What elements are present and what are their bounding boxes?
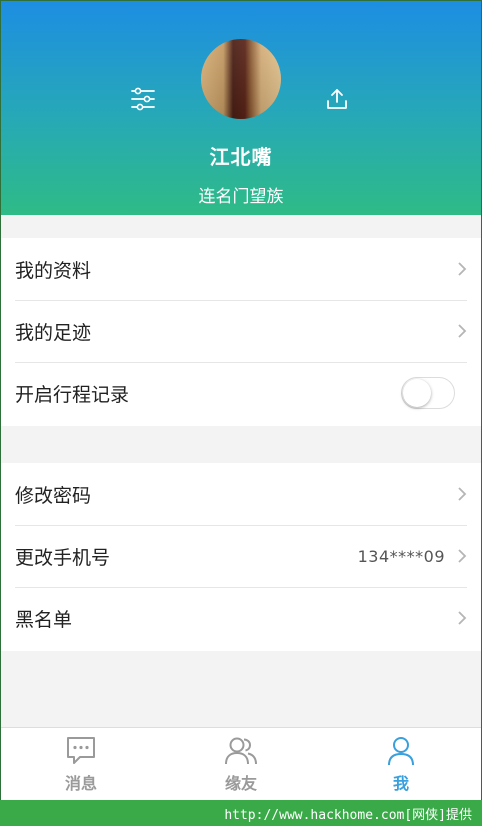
- trip-record-toggle[interactable]: [401, 377, 455, 409]
- tab-friends[interactable]: 缘友: [161, 728, 321, 800]
- blacklist-row[interactable]: 黑名单: [1, 587, 481, 649]
- row-label: 更改手机号: [15, 546, 111, 569]
- sliders-icon[interactable]: [129, 85, 157, 113]
- tab-label: 缘友: [224, 774, 257, 793]
- settings-group-account: 我的资料 我的足迹 开启行程记录: [1, 238, 481, 426]
- app-screen: 江北嘴 连名门望族 我的资料 我的足迹 开启行程记录 修改密码 更改手机号 13…: [0, 0, 482, 800]
- row-label: 修改密码: [15, 484, 92, 507]
- tab-me[interactable]: 我: [321, 728, 481, 800]
- watermark-text: http://www.hackhome.com[网侠]提供: [224, 807, 472, 823]
- chevron-right-icon: [458, 262, 467, 276]
- settings-group-security: 修改密码 更改手机号 134****09 黑名单: [1, 463, 481, 651]
- tab-label: 消息: [64, 774, 97, 793]
- chat-bubble-icon: [67, 737, 95, 764]
- friends-icon: [225, 737, 257, 765]
- person-icon: [388, 737, 414, 766]
- chevron-right-icon: [458, 611, 467, 625]
- row-label: 我的足迹: [15, 321, 92, 344]
- share-upload-icon[interactable]: [323, 85, 351, 113]
- my-profile-row[interactable]: 我的资料: [1, 238, 481, 300]
- row-label: 我的资料: [15, 259, 92, 282]
- tab-label: 我: [392, 774, 409, 793]
- profile-subtitle: 连名门望族: [198, 187, 284, 207]
- my-footprints-row[interactable]: 我的足迹: [1, 300, 481, 362]
- toggle-knob: [403, 379, 431, 407]
- phone-number-value: 134****09: [357, 546, 445, 566]
- change-phone-row[interactable]: 更改手机号 134****09: [1, 525, 481, 587]
- chevron-right-icon: [458, 324, 467, 338]
- avatar[interactable]: [201, 39, 281, 119]
- trip-record-row: 开启行程记录: [1, 362, 481, 424]
- watermark-banner: http://www.hackhome.com[网侠]提供: [0, 800, 482, 826]
- chevron-right-icon: [458, 487, 467, 501]
- chevron-right-icon: [458, 549, 467, 563]
- tab-messages[interactable]: 消息: [1, 728, 161, 800]
- profile-header: 江北嘴 连名门望族: [1, 1, 481, 215]
- row-label: 黑名单: [15, 608, 73, 631]
- profile-name: 江北嘴: [209, 145, 273, 169]
- bottom-tab-bar: 消息 缘友 我: [1, 727, 481, 800]
- change-password-row[interactable]: 修改密码: [1, 463, 481, 525]
- row-label: 开启行程记录: [15, 383, 130, 406]
